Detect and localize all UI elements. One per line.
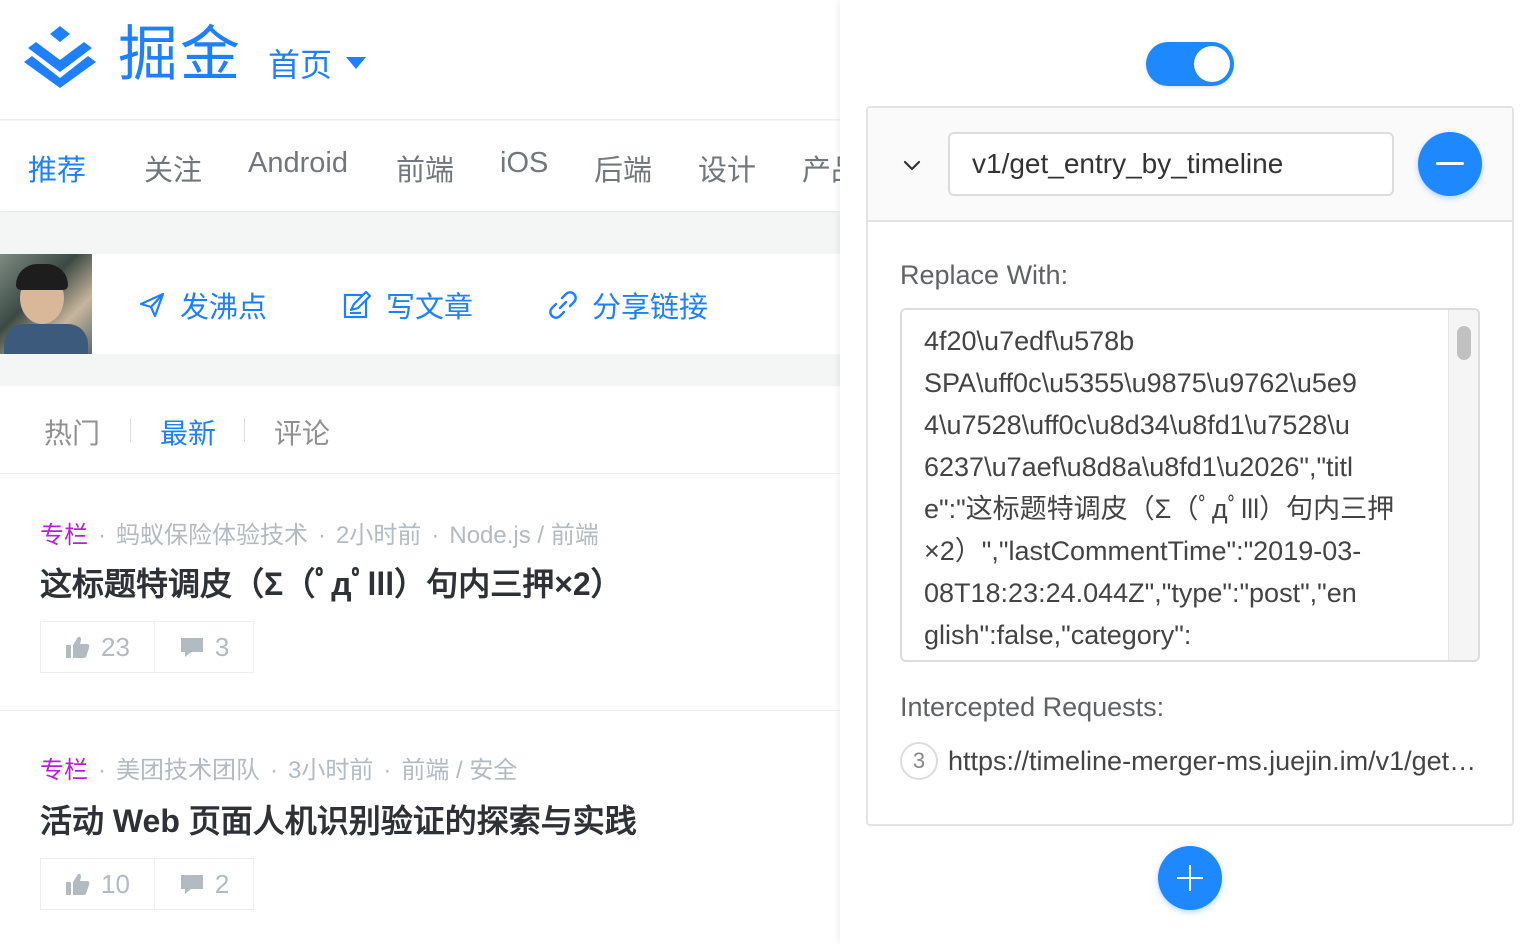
request-count-badge: 3: [900, 742, 938, 780]
edit-icon: [343, 290, 372, 319]
add-rule-button[interactable]: [1158, 846, 1222, 910]
post-pin-label: 发沸点: [180, 292, 268, 324]
rule-card: Replace With: 4f20\u7edf\u578bSPA\uff0c\…: [866, 106, 1514, 826]
entry-actions: 10 2: [40, 858, 255, 910]
entry-title[interactable]: 这标题特调皮（Σ（ﾟдﾟlll）句内三押×2）: [40, 559, 623, 605]
home-menu-label: 首页: [268, 47, 333, 83]
feed-entry[interactable]: 专栏 · 美团技术团队 · 3小时前 · 前端 / 安全 活动 Web 页面人机识别验证的探…: [0, 712, 840, 944]
toggle-knob: [1194, 46, 1230, 82]
comment-icon: [180, 638, 203, 657]
thumbs-up-icon: [66, 636, 90, 658]
comment-count: 2: [214, 868, 230, 899]
category-tab-product[interactable]: 产品: [802, 147, 840, 189]
sort-tab-comments[interactable]: 评论: [274, 412, 330, 452]
category-tab-frontend[interactable]: 前端: [396, 147, 454, 189]
category-tab-following[interactable]: 关注: [144, 147, 202, 189]
site-header: 掘金 首页: [0, 0, 840, 120]
entry-tags[interactable]: 前端 / 安全: [401, 757, 517, 784]
minus-icon: [1436, 162, 1464, 165]
feed-entry[interactable]: 专栏 · 蚂蚁保险体验技术 · 2小时前 · Node.js / 前端 这标题特调皮（Σ（ﾟ…: [0, 475, 840, 711]
comment-icon: [180, 875, 203, 894]
entry-tags[interactable]: Node.js / 前端: [449, 522, 598, 549]
scrollbar-thumb[interactable]: [1457, 326, 1471, 360]
write-article-button[interactable]: 写文章: [342, 284, 473, 326]
intercepted-requests-label: Intercepted Requests:: [900, 692, 1165, 722]
link-icon: [549, 291, 577, 319]
like-count: 23: [101, 631, 130, 662]
juejin-logo-icon: [24, 26, 96, 88]
share-link-label: 分享链接: [592, 292, 709, 324]
caret-down-icon: [346, 57, 367, 69]
entry-time: 2小时前: [336, 522, 422, 549]
enable-toggle[interactable]: [1146, 42, 1234, 86]
home-menu-dropdown[interactable]: 首页: [268, 40, 367, 86]
column-tag[interactable]: 专栏: [40, 522, 88, 549]
comment-button[interactable]: 3: [153, 622, 253, 672]
like-button[interactable]: 23: [41, 622, 154, 672]
post-pin-button[interactable]: 发沸点: [138, 284, 267, 326]
comment-count: 3: [214, 631, 230, 662]
like-count: 10: [101, 868, 130, 899]
like-button[interactable]: 10: [41, 859, 154, 909]
entry-time: 3小时前: [288, 757, 374, 784]
sort-tab-hot[interactable]: 热门: [44, 412, 100, 452]
thumbs-up-icon: [66, 873, 90, 895]
interceptor-panel: Replace With: 4f20\u7edf\u578bSPA\uff0c\…: [840, 0, 1530, 944]
category-tab-android[interactable]: Android: [248, 147, 348, 180]
comment-button[interactable]: 2: [153, 859, 253, 909]
remove-rule-button[interactable]: [1418, 132, 1482, 196]
url-pattern-input[interactable]: [948, 132, 1394, 196]
juejin-site: 掘金 首页 推荐 关注 Android 前端 iOS 后端 设计 产品 发沸点: [0, 0, 840, 944]
divider: [244, 418, 245, 442]
replace-with-label: Replace With:: [900, 260, 1069, 290]
category-tab-design[interactable]: 设计: [698, 147, 756, 189]
intercepted-request-item[interactable]: 3 https://timeline-merger-ms.juejin.im/v…: [900, 742, 1480, 780]
entry-meta: 专栏 · 蚂蚁保险体验技术 · 2小时前 · Node.js / 前端: [40, 522, 599, 549]
entry-actions: 23 3: [40, 621, 255, 673]
request-url: https://timeline-merger-ms.juejin.im/v1/…: [948, 745, 1478, 776]
sort-tab-newest[interactable]: 最新: [160, 412, 216, 452]
entry-feed: 热门 最新 评论 专栏 · 蚂蚁保险体验技术 · 2小时前 · Node.js / 前端 这…: [0, 386, 840, 944]
share-link-button[interactable]: 分享链接: [548, 284, 708, 326]
avatar[interactable]: [0, 254, 92, 354]
category-nav: 推荐 关注 Android 前端 iOS 后端 设计 产品: [0, 121, 840, 211]
juejin-logo[interactable]: 掘金: [22, 22, 242, 88]
write-article-label: 写文章: [386, 292, 474, 324]
entry-meta: 专栏 · 美团技术团队 · 3小时前 · 前端 / 安全: [40, 757, 518, 784]
sort-tabs: 热门 最新 评论: [0, 386, 840, 474]
entry-title[interactable]: 活动 Web 页面人机识别验证的探索与实践: [40, 796, 637, 842]
entry-author[interactable]: 美团技术团队: [116, 757, 260, 784]
composer-bar: 发沸点 写文章 分享链接: [0, 254, 840, 354]
category-tab-recommended[interactable]: 推荐: [28, 147, 86, 189]
chevron-down-icon[interactable]: [900, 154, 924, 178]
rule-header: [868, 108, 1512, 222]
category-tab-backend[interactable]: 后端: [594, 147, 652, 189]
textarea-scrollbar[interactable]: [1448, 310, 1478, 660]
column-tag[interactable]: 专栏: [40, 757, 88, 784]
category-tab-ios[interactable]: iOS: [500, 147, 548, 180]
send-icon: [139, 292, 165, 318]
replace-with-textarea[interactable]: 4f20\u7edf\u578b SPA\uff0c\u5355\u9875\u9…: [900, 308, 1480, 662]
divider: [130, 418, 131, 442]
entry-author[interactable]: 蚂蚁保险体验技术: [116, 522, 308, 549]
replace-with-content: 4f20\u7edf\u578b SPA\uff0c\u5355\u9875\u9…: [924, 326, 1395, 650]
logo-text: 掘金: [118, 20, 242, 90]
